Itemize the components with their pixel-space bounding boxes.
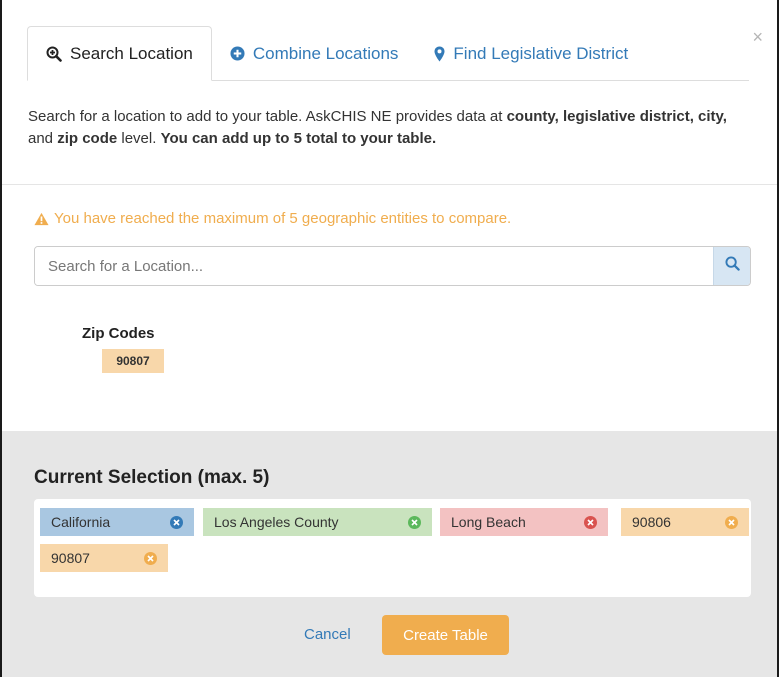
remove-icon[interactable] <box>725 515 738 529</box>
search-location-modal: × Search Location Combine Locations Find… <box>0 0 779 677</box>
description-text: level. <box>117 130 161 147</box>
tab-label: Combine Locations <box>252 43 399 63</box>
remove-icon[interactable] <box>584 515 597 529</box>
selection-chip-90806: 90806 <box>621 508 749 536</box>
chip-label: Los Angeles County <box>214 514 339 530</box>
modal-actions: Cancel Create Table <box>2 615 777 655</box>
chip-label: Long Beach <box>451 514 526 530</box>
warning-text: You have reached the maximum of 5 geogra… <box>54 210 512 227</box>
remove-icon[interactable] <box>408 515 421 529</box>
description-text: and <box>28 130 58 147</box>
cancel-button[interactable]: Cancel <box>304 626 351 643</box>
description-text: Search for a location to add to your tab… <box>28 108 507 125</box>
current-selection-panel: Current Selection (max. 5) California Lo… <box>2 431 777 677</box>
chip-label: 90806 <box>632 514 671 530</box>
search-icon <box>724 256 740 276</box>
max-warning: You have reached the maximum of 5 geogra… <box>34 210 511 227</box>
selection-box: California Los Angeles County Long Beach… <box>34 499 751 597</box>
tab-label: Find Legislative District <box>453 43 629 63</box>
description-bold: You can add up to 5 total to your table. <box>160 130 437 147</box>
description-bold: zip code <box>57 130 118 147</box>
selection-chip-long-beach: Long Beach <box>440 508 608 536</box>
selection-chip-90807: 90807 <box>40 544 168 572</box>
selection-chip-los-angeles-county: Los Angeles County <box>203 508 432 536</box>
zip-result-badge[interactable]: 90807 <box>102 349 164 373</box>
selection-chip-california: California <box>40 508 194 536</box>
search-input[interactable] <box>35 247 713 285</box>
search-button[interactable] <box>713 247 750 285</box>
map-marker-icon <box>434 46 445 62</box>
warning-icon <box>34 212 49 226</box>
tab-label: Search Location <box>70 43 193 63</box>
tab-combine-locations[interactable]: Combine Locations <box>212 26 417 81</box>
tab-bar: Search Location Combine Locations Find L… <box>27 26 749 81</box>
plus-circle-icon <box>230 46 245 61</box>
remove-icon[interactable] <box>144 551 157 565</box>
chip-label: California <box>51 514 111 530</box>
create-table-button[interactable]: Create Table <box>382 615 509 655</box>
zip-codes-heading: Zip Codes <box>82 325 155 342</box>
chip-label: 90807 <box>51 550 90 566</box>
description: Search for a location to add to your tab… <box>28 106 748 150</box>
remove-icon[interactable] <box>170 515 183 529</box>
tab-find-legislative-district[interactable]: Find Legislative District <box>416 26 646 81</box>
tab-search-location[interactable]: Search Location <box>27 26 212 81</box>
search-plus-icon <box>46 46 62 62</box>
description-bold: county, legislative district, city, <box>506 108 727 125</box>
close-icon[interactable]: × <box>752 28 763 46</box>
location-search <box>34 246 751 286</box>
divider <box>2 184 777 185</box>
current-selection-title: Current Selection (max. 5) <box>34 467 270 488</box>
